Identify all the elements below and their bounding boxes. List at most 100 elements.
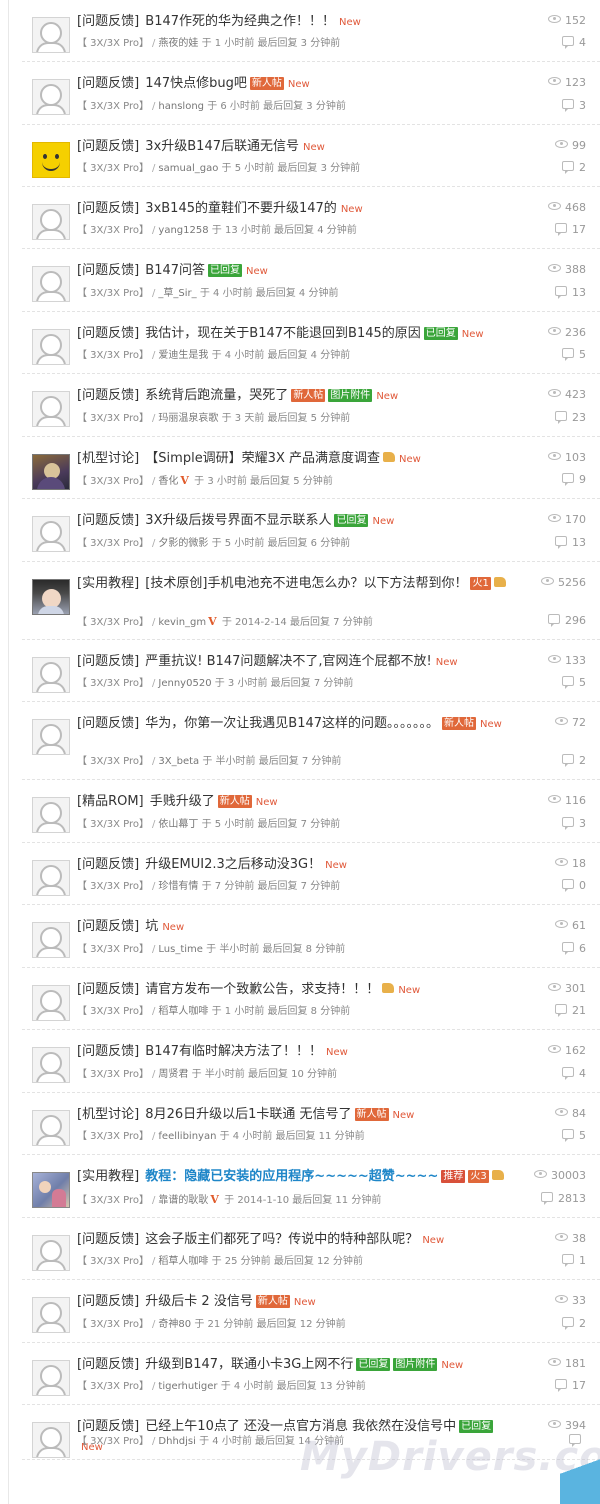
thread-title-link[interactable]: 升级EMUI2.3之后移动没3G！ [145,857,321,872]
thread-category[interactable]: [问题反馈] [77,388,139,403]
thread-category[interactable]: [问题反馈] [77,139,139,154]
avatar[interactable] [32,204,70,240]
avatar[interactable] [32,142,70,178]
thread-title-link[interactable]: 我估计，现在关于B147不能退回到B145的原因 [145,326,420,341]
avatar[interactable] [32,1360,70,1396]
forum-name-link[interactable]: 【 3X/3X Pro】 [77,1436,149,1447]
thread-category[interactable]: [问题反馈] [77,982,139,997]
thread-title-link[interactable]: 升级到B147，联通小卡3G上网不行 [145,1357,353,1372]
avatar[interactable] [32,516,70,552]
thread-title-link[interactable]: 升级后卡 2 没信号 [145,1294,253,1309]
thread-row[interactable]: [问题反馈] 我估计，现在关于B147不能退回到B145的原因 已回复 New 【 3… [22,312,600,374]
author-link[interactable]: 香化 [158,476,178,487]
author-link[interactable]: 爱迪生是我 [158,350,208,361]
avatar[interactable] [32,1297,70,1333]
thread-category[interactable]: [问题反馈] [77,513,139,528]
author-link[interactable]: samual_gao [158,163,218,174]
avatar[interactable] [32,391,70,427]
avatar[interactable] [32,922,70,958]
thread-title-link[interactable]: 3X升级后拨号界面不显示联系人 [145,513,331,528]
forum-name-link[interactable]: 【 3X/3X Pro】 [77,1195,149,1206]
avatar[interactable] [32,579,70,615]
author-link[interactable]: 稻草人咖啡 [158,1006,208,1017]
thread-title-link[interactable]: 【Simple调研】荣耀3X 产品满意度调查 [145,451,380,466]
author-link[interactable]: 奇神80 [158,1319,191,1330]
thread-category[interactable]: [问题反馈] [77,76,139,91]
thread-category[interactable]: [问题反馈] [77,654,139,669]
thread-row[interactable]: [问题反馈] 3X升级后拨号界面不显示联系人 已回复 New 【 3X/3X Pro】… [22,499,600,562]
thread-category[interactable]: [问题反馈] [77,263,139,278]
thread-title-link[interactable]: 已经上午10点了 还没一点官方消息 我依然在没信号中 [145,1419,456,1434]
forum-name-link[interactable]: 【 3X/3X Pro】 [77,288,149,299]
thread-row[interactable]: [问题反馈] B147作死的华为经典之作！！！ New 【 3X/3X Pro】 / 燕… [22,0,600,62]
forum-name-link[interactable]: 【 3X/3X Pro】 [77,1006,149,1017]
forum-name-link[interactable]: 【 3X/3X Pro】 [77,476,149,487]
thread-row[interactable]: [问题反馈] B147有临时解决方法了！！！ New 【 3X/3X Pro】 / 周贤… [22,1030,600,1093]
avatar[interactable] [32,797,70,833]
thread-row[interactable]: [机型讨论] 【Simple调研】荣耀3X 产品满意度调查 New 【 3X/3X … [22,437,600,499]
forum-name-link[interactable]: 【 3X/3X Pro】 [77,678,149,689]
thread-title-link[interactable]: 华为，你第一次让我遇见B147这样的问题。。。。。。。 [145,716,439,731]
thread-row[interactable]: [问题反馈] 3xB145的童鞋们不要升级147的 New 【 3X/3X Pro】… [22,187,600,249]
thread-row[interactable]: [问题反馈] 升级后卡 2 没信号 新人帖 New 【 3X/3X Pro】 / 奇神80… [22,1280,600,1343]
thread-category[interactable]: [问题反馈] [77,857,139,872]
thread-category[interactable]: [问题反馈] [77,1294,139,1309]
author-link[interactable]: 周贤君 [158,1069,188,1080]
thread-category[interactable]: [问题反馈] [77,919,139,934]
thread-category[interactable]: [问题反馈] [77,1357,139,1372]
author-link[interactable]: 玛丽温泉哀歌 [158,413,218,424]
thread-row[interactable]: [问题反馈] 坑 New 【 3X/3X Pro】 / Lus_time 于 半小时前 … [22,905,600,968]
author-link[interactable]: 3X_beta [158,756,199,767]
forum-name-link[interactable]: 【 3X/3X Pro】 [77,756,149,767]
thread-title-link[interactable]: B147作死的华为经典之作！！！ [145,14,335,29]
author-link[interactable]: feellibinyan [158,1131,216,1142]
avatar[interactable] [32,719,70,755]
thread-title-link[interactable]: 8月26日升级以后1卡联通 无信号了 [145,1107,351,1122]
avatar[interactable] [32,454,70,490]
author-link[interactable]: Dhhdjsi [158,1436,196,1447]
thread-category[interactable]: [实用教程] [77,576,139,591]
author-link[interactable]: _草_Sir_ [158,288,196,299]
thread-category[interactable]: [实用教程] [77,1169,139,1184]
thread-title-link[interactable]: 严重抗议! B147问题解决不了,官网连个屁都不放! [145,654,431,669]
thread-row[interactable]: [问题反馈] B147问答 已回复 New 【 3X/3X Pro】 / _草_Sir_ … [22,249,600,312]
thread-category[interactable]: [机型讨论] [77,1107,139,1122]
thread-row[interactable]: [问题反馈] 升级到B147，联通小卡3G上网不行 已回复 图片附件 New 【 3X/… [22,1343,600,1405]
forum-name-link[interactable]: 【 3X/3X Pro】 [77,163,149,174]
avatar[interactable] [32,17,70,53]
forum-name-link[interactable]: 【 3X/3X Pro】 [77,350,149,361]
thread-title-link[interactable]: 147快点修bug吧 [145,76,247,91]
author-link[interactable]: hanslong [158,101,204,112]
avatar[interactable] [32,79,70,115]
thread-title-link[interactable]: 请官方发布一个致歉公告，求支持！！！ [145,982,379,997]
thread-category[interactable]: [问题反馈] [77,201,139,216]
thread-title-link[interactable]: [技术原创]手机电池充不进电怎么办？以下方法帮到你！ [145,576,467,591]
thread-row[interactable]: [问题反馈] 147快点修bug吧 新人帖 New 【 3X/3X Pro】 / hans… [22,62,600,125]
thread-title-link[interactable]: 系统背后跑流量，哭死了 [145,388,288,403]
thread-title-link[interactable]: B147有临时解决方法了！！！ [145,1044,322,1059]
thread-category[interactable]: [机型讨论] [77,451,139,466]
avatar[interactable] [32,329,70,365]
author-link[interactable]: 依山幕丁 [158,819,198,830]
forum-name-link[interactable]: 【 3X/3X Pro】 [77,1381,149,1392]
forum-name-link[interactable]: 【 3X/3X Pro】 [77,881,149,892]
forum-name-link[interactable]: 【 3X/3X Pro】 [77,1256,149,1267]
thread-category[interactable]: [问题反馈] [77,1232,139,1247]
thread-row[interactable]: [问题反馈] 严重抗议! B147问题解决不了,官网连个屁都不放! New 【 3X… [22,640,600,702]
thread-category[interactable]: [问题反馈] [77,1419,139,1434]
author-link[interactable]: Lus_time [158,944,203,955]
forum-name-link[interactable]: 【 3X/3X Pro】 [77,1131,149,1142]
thread-title-link[interactable]: B147问答 [145,263,205,278]
author-link[interactable]: yang1258 [158,225,208,236]
avatar[interactable] [32,1047,70,1083]
forum-name-link[interactable]: 【 3X/3X Pro】 [77,101,149,112]
forum-name-link[interactable]: 【 3X/3X Pro】 [77,413,149,424]
forum-name-link[interactable]: 【 3X/3X Pro】 [77,1319,149,1330]
author-link[interactable]: 稻草人咖啡 [158,1256,208,1267]
thread-category[interactable]: [问题反馈] [77,1044,139,1059]
thread-category[interactable]: [问题反馈] [77,14,139,29]
thread-row[interactable]: [问题反馈] 3x升级B147后联通无信号 New 【 3X/3X Pro】 / sam… [22,125,600,187]
author-link[interactable]: 靠谱的耿耿 [158,1195,208,1206]
avatar[interactable] [32,860,70,896]
thread-title-link[interactable]: 坑 [145,919,158,934]
